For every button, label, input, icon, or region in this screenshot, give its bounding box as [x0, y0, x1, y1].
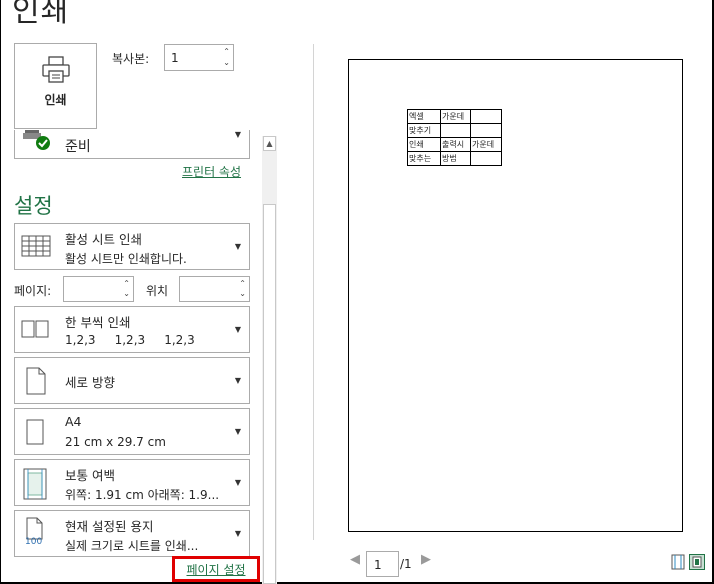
collation-title: 한 부씩 인쇄 [65, 315, 131, 330]
paper-size-icon [21, 417, 51, 450]
pages-range: 페이지: ⌃ ⌄ 위치 ⌃ ⌄ [14, 276, 254, 302]
printer-icon [41, 56, 71, 87]
preview-sheet-table: 엑셀 가운데 맞추기 인쇄 출력시 가운데 맞추는 방법 [407, 109, 502, 166]
table-cell [440, 123, 471, 138]
table-row: 인쇄 출력시 가운데 [407, 137, 502, 152]
printer-status: 준비 [65, 139, 91, 155]
spin-down-icon[interactable]: ⌄ [123, 290, 130, 298]
margins-subtitle: 위쪽: 1.91 cm 아래쪽: 1.9... [65, 488, 220, 502]
collated-pages-icon [21, 315, 51, 346]
settings-header: 설정 [14, 194, 53, 218]
pages-to-label: 위치 [146, 284, 169, 298]
table-row: 맞추는 방법 [407, 151, 502, 166]
print-what-title: 활성 시트 인쇄 [65, 232, 142, 247]
pages-label: 페이지: [14, 284, 52, 298]
scaling-icon-label: 100 [25, 537, 43, 547]
copies-stepper[interactable]: 1 ⌃ ⌄ [164, 44, 234, 71]
page-setup-highlight: 페이지 설정 [172, 556, 260, 582]
margins-icon [21, 468, 51, 503]
spin-down-icon[interactable]: ⌄ [239, 290, 246, 298]
scroll-thumb[interactable] [263, 204, 276, 584]
scaling-subtitle: 실제 크기로 시트를 인쇄... [65, 539, 199, 553]
page-title: 인쇄 [12, 0, 70, 29]
table-cell: 가운데 [440, 109, 471, 124]
table-cell [470, 151, 502, 166]
total-pages: /1 [400, 557, 412, 571]
spin-up-icon[interactable]: ⌃ [123, 280, 130, 288]
collation-subtitle: 1,2,3 1,2,3 1,2,3 [65, 333, 195, 347]
chevron-down-icon: ▼ [234, 529, 241, 538]
pages-from-input[interactable]: ⌃ ⌄ [63, 276, 134, 302]
margins-select[interactable]: 보통 여백 위쪽: 1.91 cm 아래쪽: 1.9... ▼ [14, 459, 250, 506]
printer-select[interactable]: 준비 ▼ [14, 130, 250, 159]
copies-value: 1 [171, 51, 179, 65]
print-what-select[interactable]: 활성 시트 인쇄 활성 시트만 인쇄합니다. ▼ [14, 223, 250, 270]
spin-down-icon[interactable]: ⌄ [223, 59, 230, 67]
paper-size-select[interactable]: A4 21 cm x 29.7 cm ▼ [14, 408, 250, 455]
scaling-title: 현재 설정된 용지 [65, 519, 154, 534]
settings-scrollbar[interactable]: ▲ [262, 136, 277, 584]
print-preview-page: 엑셀 가운데 맞추기 인쇄 출력시 가운데 맞추는 방법 [348, 59, 683, 532]
chevron-down-icon: ▼ [234, 478, 241, 487]
show-margins-icon[interactable] [670, 554, 686, 570]
spin-up-icon[interactable]: ⌃ [239, 280, 246, 288]
scroll-up-icon[interactable]: ▲ [263, 136, 276, 151]
table-cell [470, 123, 502, 138]
copies-label: 복사본: [112, 52, 150, 66]
spin-up-icon[interactable]: ⌃ [223, 48, 230, 56]
previous-page-icon[interactable]: ◀ [350, 552, 360, 567]
pane-divider [313, 44, 314, 540]
table-row: 맞추기 [407, 123, 502, 138]
table-row: 엑셀 가운데 [407, 109, 502, 124]
collation-select[interactable]: 한 부씩 인쇄 1,2,3 1,2,3 1,2,3 ▼ [14, 306, 250, 353]
print-button-label: 인쇄 [44, 93, 67, 107]
table-cell: 방법 [440, 151, 471, 166]
orientation-select[interactable]: 세로 방향 ▼ [14, 357, 250, 404]
page-setup-link[interactable]: 페이지 설정 [186, 561, 245, 578]
print-what-subtitle: 활성 시트만 인쇄합니다. [65, 252, 187, 266]
printer-ready-icon [23, 130, 53, 155]
table-cell: 출력시 [440, 137, 471, 152]
paper-size-title: A4 [65, 414, 82, 429]
next-page-icon[interactable]: ▶ [421, 552, 431, 567]
table-cell: 맞추는 [407, 151, 441, 166]
table-cell: 맞추기 [407, 123, 441, 138]
table-cell: 인쇄 [407, 137, 441, 152]
scaling-select[interactable]: 100 현재 설정된 용지 실제 크기로 시트를 인쇄... ▼ [14, 510, 250, 557]
print-settings-panel: 준비 ▼ 프린터 속성 설정 활성 시트 인쇄 활성 시트만 인쇄합니다. ▼ … [0, 130, 262, 584]
zoom-to-page-icon[interactable] [689, 554, 705, 570]
print-button[interactable]: 인쇄 [14, 43, 97, 129]
table-cell: 가운데 [470, 137, 502, 152]
margins-title: 보통 여백 [65, 468, 115, 483]
pages-to-input[interactable]: ⌃ ⌄ [179, 276, 250, 302]
sheet-grid-icon [21, 232, 51, 263]
table-cell [470, 109, 502, 124]
chevron-down-icon: ▼ [234, 130, 241, 139]
chevron-down-icon: ▼ [234, 376, 241, 385]
scaling-icon: 100 [21, 517, 51, 554]
printer-properties-link[interactable]: 프린터 속성 [182, 163, 241, 180]
chevron-down-icon: ▼ [234, 242, 241, 251]
chevron-down-icon: ▼ [234, 427, 241, 436]
current-page-value: 1 [374, 558, 382, 572]
page-number-input[interactable]: 1 [366, 551, 399, 577]
portrait-icon [21, 366, 51, 399]
paper-size-subtitle: 21 cm x 29.7 cm [65, 435, 166, 449]
table-cell: 엑셀 [407, 109, 441, 124]
chevron-down-icon: ▼ [234, 325, 241, 334]
orientation-title: 세로 방향 [65, 375, 115, 390]
